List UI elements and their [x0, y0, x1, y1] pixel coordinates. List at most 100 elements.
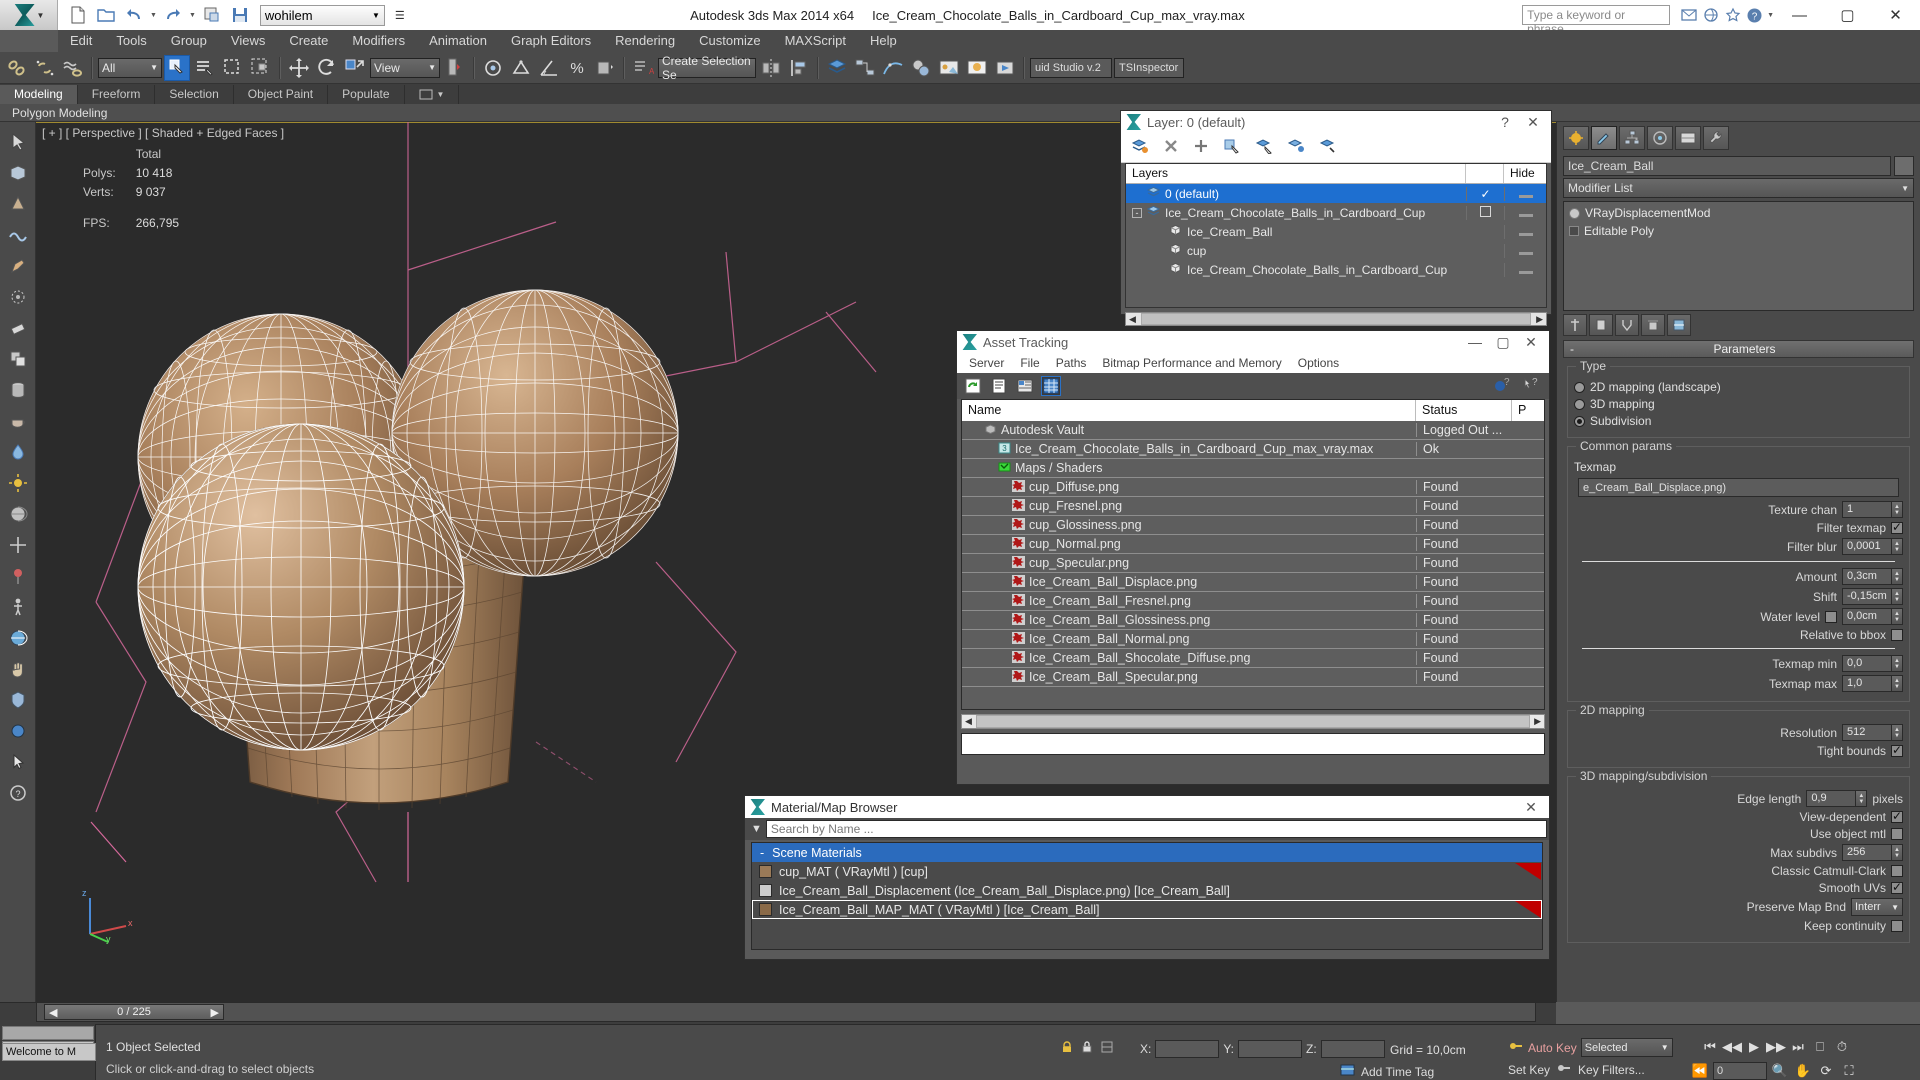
use-object-mtl-checkbox[interactable] [1891, 828, 1903, 840]
tool-clone-icon[interactable] [4, 345, 32, 373]
spinner-arrows-icon[interactable]: ▲ ▼ [1855, 791, 1867, 806]
minimize-button[interactable]: — [1777, 1, 1822, 30]
previous-key-icon[interactable]: ⏪ [1690, 1062, 1710, 1080]
chevron-down-icon[interactable]: ▼ [37, 11, 45, 20]
material-browser-close-button[interactable]: ✕ [1517, 796, 1545, 818]
radio-2d-mapping[interactable] [1574, 381, 1585, 393]
new-file-icon[interactable] [66, 3, 90, 27]
infocenter-icon[interactable] [1679, 6, 1698, 25]
menu-create[interactable]: Create [277, 30, 340, 52]
scroll-left-icon[interactable]: ◀ [1126, 314, 1139, 325]
filter-blur-value[interactable]: 0,0001 [1843, 539, 1891, 554]
tool-teapot-icon[interactable] [4, 407, 32, 435]
menu-views[interactable]: Views [219, 30, 277, 52]
favorites-icon[interactable] [1723, 6, 1742, 25]
modifier-stack-item-1[interactable]: Editable Poly [1566, 222, 1911, 240]
tab-modify[interactable] [1591, 126, 1617, 150]
modifier-enable-bulb-icon[interactable] [1569, 207, 1580, 219]
rendered-frame-window-icon[interactable] [964, 55, 990, 81]
asset-menu-server[interactable]: Server [961, 353, 1012, 373]
ribbon-tab-populate[interactable]: Populate [328, 85, 405, 104]
create-new-layer-icon[interactable] [1131, 138, 1149, 157]
layer-active-check-icon[interactable]: ✓ [1480, 187, 1490, 201]
spinner-arrows-icon[interactable]: ▲ ▼ [1891, 502, 1902, 517]
key-mode-toggle-icon[interactable]: ⎕ [1810, 1038, 1830, 1056]
select-and-scale-icon[interactable] [342, 55, 368, 81]
go-to-start-icon[interactable]: ⏮ [1700, 1038, 1720, 1056]
texture-chan-value[interactable]: 1 [1843, 502, 1891, 517]
reference-coordinate-combo[interactable]: View ▼ [370, 57, 440, 78]
hide-dash-icon[interactable] [1518, 232, 1533, 236]
spinner-arrows-icon[interactable]: ▲ ▼ [1891, 539, 1902, 554]
key-filters-label[interactable]: Key Filters... [1578, 1063, 1645, 1077]
asset-row[interactable]: Maps / Shaders [962, 459, 1544, 478]
time-configuration-icon[interactable]: ⏱ [1832, 1038, 1852, 1056]
tsinspector-field[interactable]: TSInspector [1114, 57, 1184, 78]
asset-row[interactable]: Ice_Cream_Ball_Fresnel.png Found [962, 592, 1544, 611]
edge-length-value[interactable]: 0,9 [1807, 791, 1855, 806]
add-selection-to-layer-icon[interactable] [1255, 138, 1273, 157]
asset-close-button[interactable]: ✕ [1517, 331, 1545, 353]
layer-hide-cell[interactable] [1504, 224, 1546, 239]
layer-hide-cell[interactable] [1504, 262, 1546, 277]
material-item[interactable]: cup_MAT ( VRayMtl ) [cup] [752, 862, 1542, 881]
open-file-icon[interactable] [94, 3, 118, 27]
asset-row[interactable]: 3 Ice_Cream_Chocolate_Balls_in_Cardboard_… [962, 440, 1544, 459]
bind-to-spacewarp-icon[interactable] [60, 55, 86, 81]
angle-snap-icon[interactable] [536, 55, 562, 81]
menu-group[interactable]: Group [159, 30, 219, 52]
tool-arrow-icon[interactable] [4, 128, 32, 156]
object-color-swatch[interactable] [1894, 156, 1914, 176]
redo-dropdown-icon[interactable]: ▼ [189, 12, 196, 19]
asset-row[interactable]: cup_Glossiness.png Found [962, 516, 1544, 535]
refresh-icon[interactable] [963, 376, 983, 396]
filter-icon[interactable]: ▼ [747, 823, 762, 835]
layer-row[interactable]: Ice_Cream_Ball [1126, 222, 1546, 241]
ribbon-tab-selection[interactable]: Selection [155, 85, 234, 104]
layer-properties-icon[interactable] [1319, 138, 1337, 157]
modifier-stack[interactable]: VRayDisplacementMod Editable Poly [1563, 201, 1914, 311]
asset-row[interactable]: cup_Specular.png Found [962, 554, 1544, 573]
filter-blur-spinner[interactable]: 0,0001 ▲ ▼ [1842, 538, 1903, 555]
amount-value[interactable]: 0,3cm [1843, 569, 1891, 584]
texmap-button[interactable]: e_Cream_Ball_Displace.png) [1578, 478, 1899, 497]
ribbon-tab-freeform[interactable]: Freeform [78, 85, 156, 104]
scrollbar-thumb[interactable] [975, 715, 1531, 728]
add-time-tag-label[interactable]: Add Time Tag [1361, 1065, 1434, 1079]
selection-filter-combo[interactable]: All ▼ [98, 57, 162, 78]
amount-spinner[interactable]: 0,3cm ▲ ▼ [1842, 568, 1903, 585]
texture-chan-spinner[interactable]: 1 ▲ ▼ [1842, 501, 1903, 518]
asset-row[interactable]: Ice_Cream_Ball_Shocolate_Diffuse.png Foun… [962, 649, 1544, 668]
key-mode-icon[interactable] [1508, 1038, 1524, 1057]
spinner-arrows-icon[interactable]: ▲ ▼ [1891, 845, 1902, 860]
select-and-rotate-icon[interactable] [314, 55, 340, 81]
radio-subdivision[interactable] [1574, 415, 1585, 427]
auto-key-label[interactable]: Auto Key [1528, 1041, 1577, 1055]
set-current-layer-icon[interactable] [1287, 138, 1305, 157]
x-field[interactable] [1155, 1040, 1220, 1058]
shift-value[interactable]: -0,15cm [1843, 589, 1891, 604]
tight-bounds-checkbox[interactable] [1891, 743, 1903, 757]
asset-row[interactable]: Autodesk Vault Logged Out ... [962, 421, 1544, 440]
help-icon[interactable]: ? [1745, 6, 1764, 25]
asset-row[interactable]: Ice_Cream_Ball_Glossiness.png Found [962, 611, 1544, 630]
named-selection-set-combo[interactable]: Create Selection Se [658, 54, 756, 82]
layer-hide-cell[interactable] [1504, 243, 1546, 258]
render-setup-icon[interactable] [936, 55, 962, 81]
menu-rendering[interactable]: Rendering [603, 30, 687, 52]
water-level-checkbox[interactable] [1825, 610, 1837, 623]
tool-box-icon[interactable] [4, 159, 32, 187]
tool-wave-icon[interactable] [4, 221, 32, 249]
table-view-icon[interactable] [1041, 376, 1061, 396]
communication-center-icon[interactable] [1701, 6, 1720, 25]
add-layer-icon[interactable] [1193, 138, 1209, 157]
tool-shield-icon[interactable] [4, 686, 32, 714]
max-subdivs-value[interactable]: 256 [1843, 845, 1891, 860]
save-file-icon[interactable] [228, 3, 252, 27]
texmap-max-value[interactable]: 1,0 [1843, 676, 1891, 691]
tool-globe-icon[interactable] [4, 624, 32, 652]
selected-mode-combo[interactable]: Selected ▼ [1580, 1038, 1673, 1057]
zoom-icon[interactable]: 🔍 [1770, 1062, 1790, 1080]
undo-dropdown-icon[interactable]: ▼ [150, 12, 157, 19]
tool-help-icon[interactable]: ? [4, 779, 32, 807]
